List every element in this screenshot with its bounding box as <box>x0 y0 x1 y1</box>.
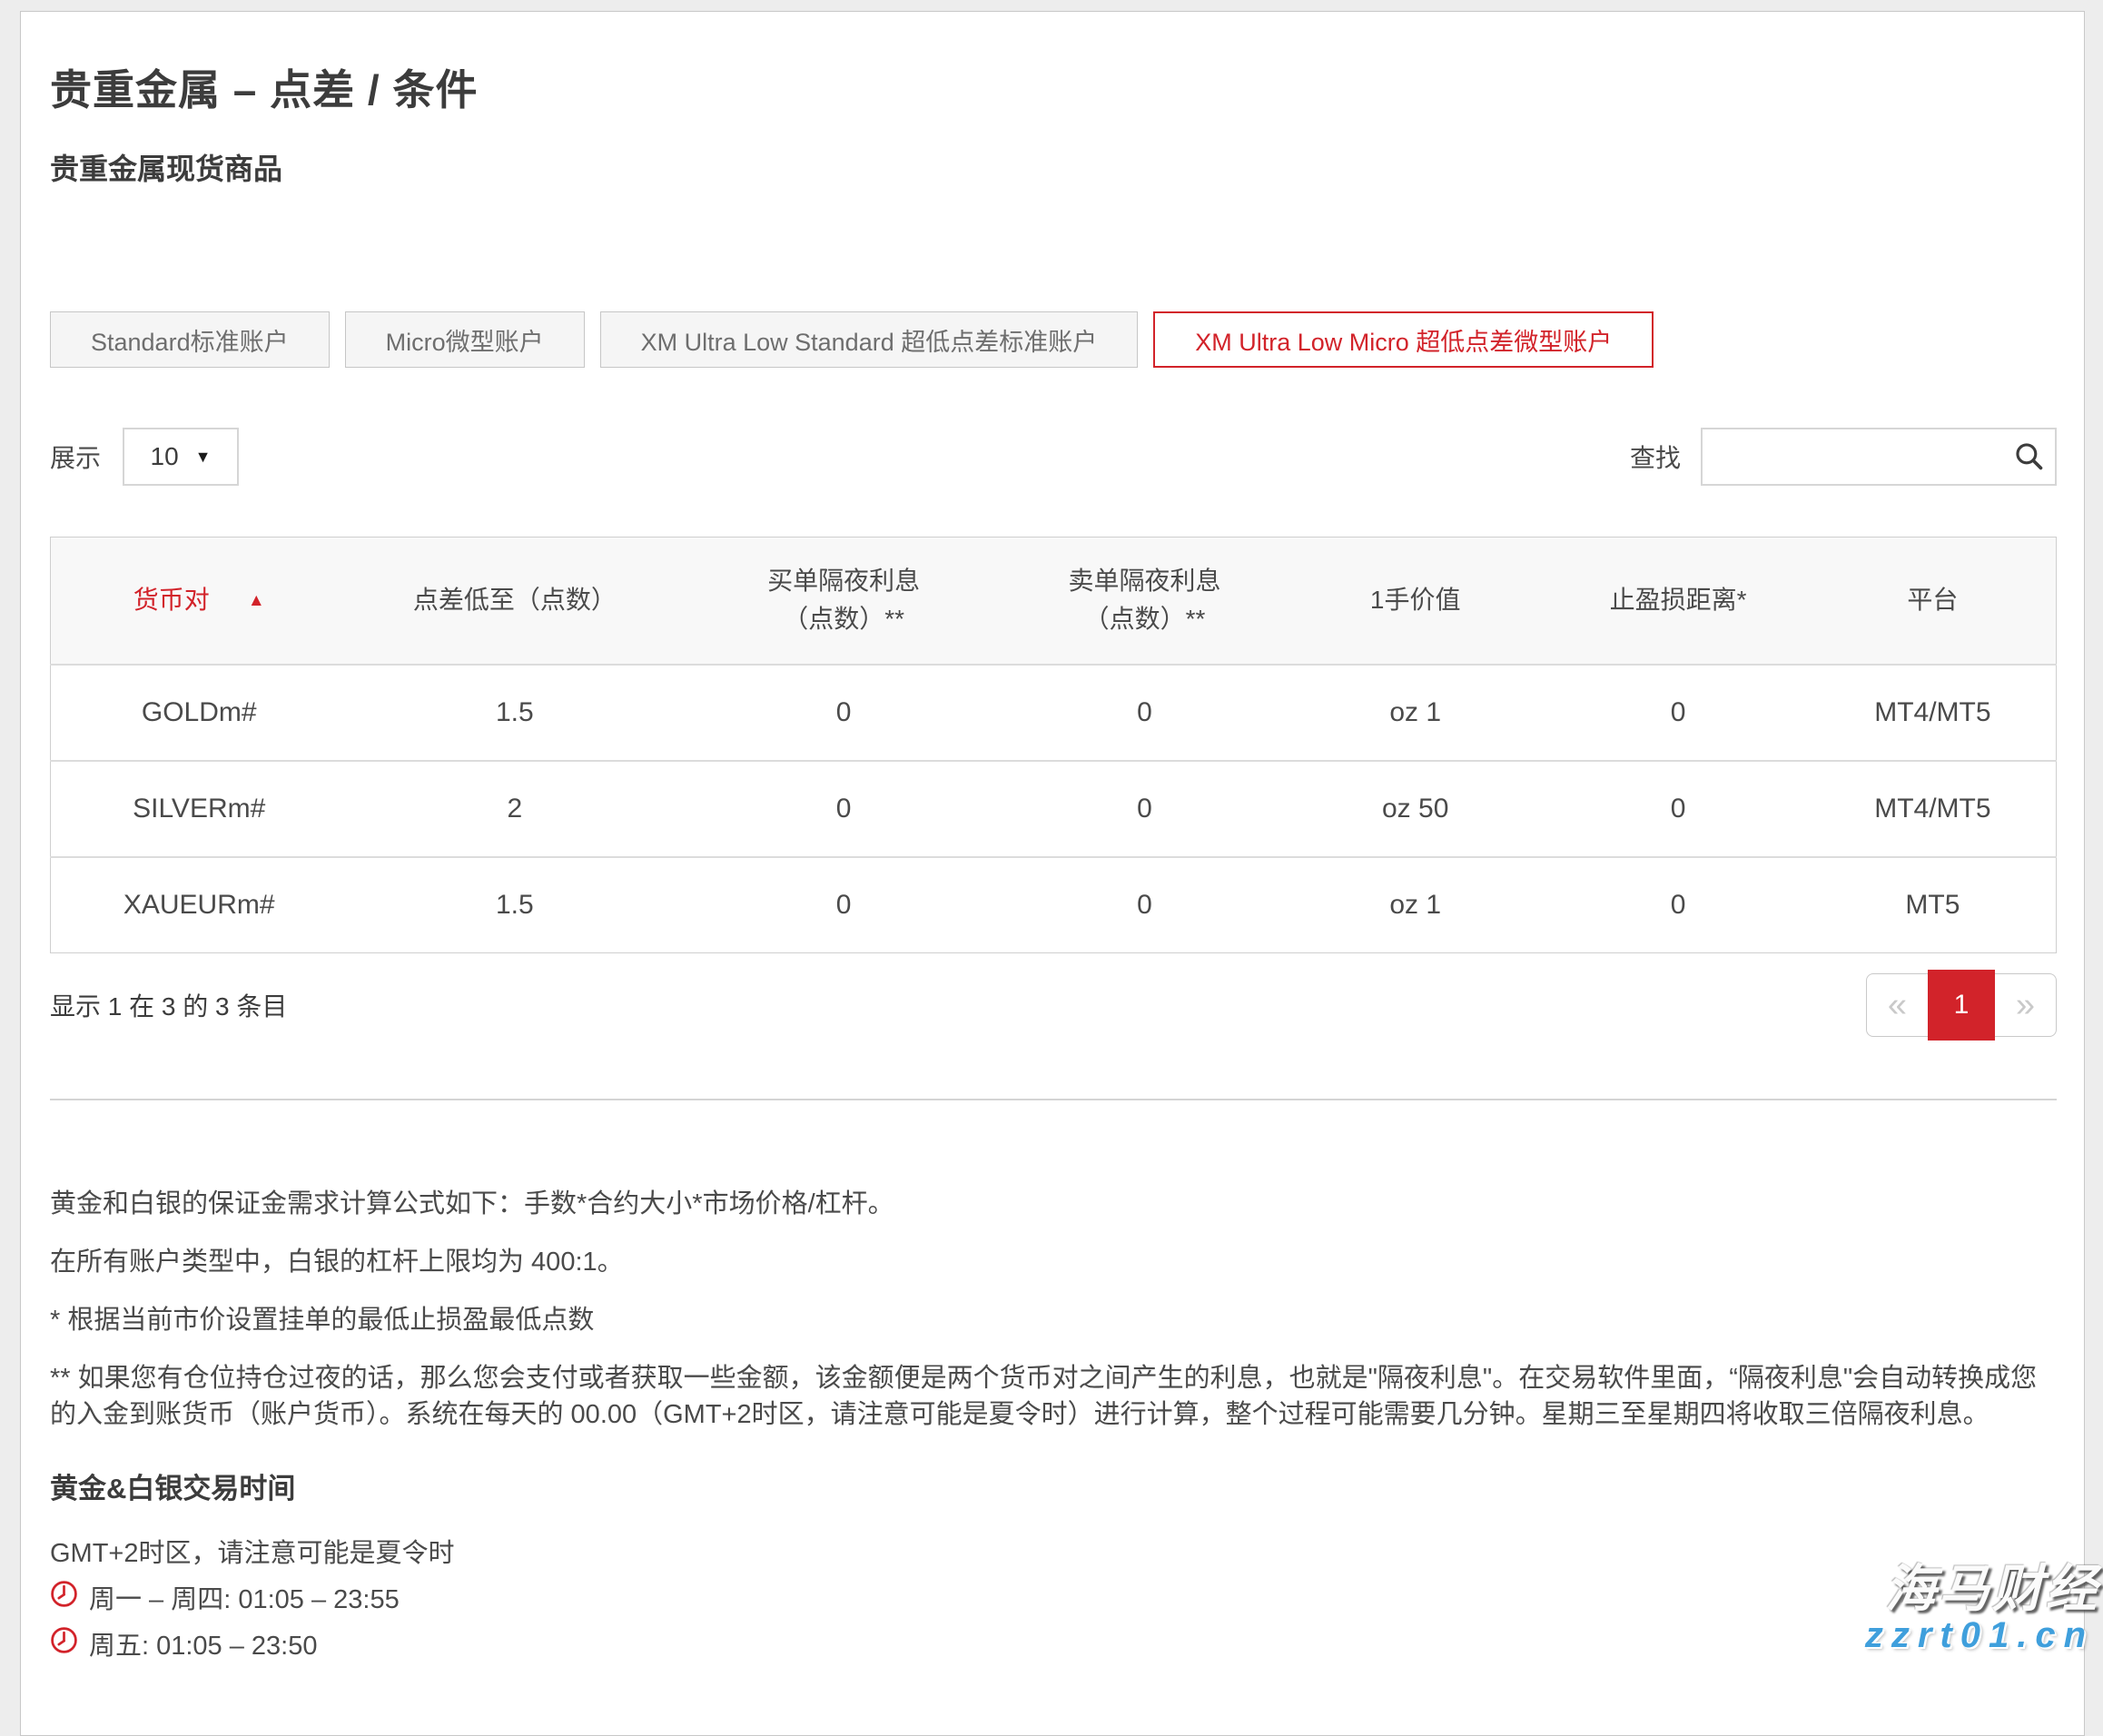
page-size-select[interactable]: 10 ▼ <box>123 428 239 486</box>
trading-hours-heading: 黄金&白银交易时间 <box>50 1465 2057 1506</box>
cell-symbol: SILVERm# <box>51 761 348 857</box>
prev-page-icon[interactable]: « <box>1867 986 1928 1025</box>
cell-spread: 1.5 <box>347 857 682 953</box>
column-header-spread[interactable]: 点差低至（点数） <box>347 538 682 665</box>
page-size-value: 10 <box>151 442 179 471</box>
cell-spread: 2 <box>347 761 682 857</box>
column-header-swap-long[interactable]: 买单隔夜利息 （点数）** <box>682 538 1005 665</box>
tab-ultra-low-micro-account[interactable]: XM Ultra Low Micro 超低点差微型账户 <box>1153 311 1654 368</box>
page-title: 贵重金属 – 点差 / 条件 <box>50 57 2057 117</box>
account-type-tabs: Standard标准账户 Micro微型账户 XM Ultra Low Stan… <box>50 311 2057 368</box>
column-header-swap-short[interactable]: 卖单隔夜利息 （点数）** <box>1005 538 1284 665</box>
cell-platform: MT5 <box>1810 857 2057 953</box>
session-fri: 周五: 01:05 – 23:50 <box>50 1624 2057 1662</box>
caret-down-icon: ▼ <box>195 448 212 467</box>
cell-swap-long: 0 <box>682 665 1005 761</box>
cell-limit-stop: 0 <box>1546 761 1809 857</box>
cell-swap-long: 0 <box>682 857 1005 953</box>
column-header-lot-value[interactable]: 1手价值 <box>1284 538 1546 665</box>
table-row: XAUEURm# 1.5 0 0 oz 1 0 MT5 <box>51 857 2057 953</box>
search-input[interactable] <box>1701 428 2057 486</box>
instruments-table: 货币对▲ 点差低至（点数） 买单隔夜利息 （点数）** 卖单隔夜利息 （点数）*… <box>50 537 2057 953</box>
pagination: « 1 » <box>1866 973 2057 1037</box>
search-label: 查找 <box>1630 439 1681 475</box>
cell-limit-stop: 0 <box>1546 857 1809 953</box>
notes-section: 黄金和白银的保证金需求计算公式如下：手数*合约大小*市场价格/杠杆。 在所有账户… <box>50 1186 2057 1433</box>
page-subtitle: 贵重金属现货商品 <box>50 146 2057 188</box>
column-header-platform[interactable]: 平台 <box>1810 538 2057 665</box>
margin-formula-note: 黄金和白银的保证金需求计算公式如下：手数*合约大小*市场价格/杠杆。 <box>50 1186 2057 1222</box>
tab-ultra-low-standard-account[interactable]: XM Ultra Low Standard 超低点差标准账户 <box>600 311 1139 368</box>
limit-stop-note: * 根据当前市价设置挂单的最低止损盈最低点数 <box>50 1302 2057 1338</box>
cell-symbol: GOLDm# <box>51 665 348 761</box>
cell-platform: MT4/MT5 <box>1810 665 2057 761</box>
cell-symbol: XAUEURm# <box>51 857 348 953</box>
cell-lot-value: oz 50 <box>1284 761 1546 857</box>
page-number-button[interactable]: 1 <box>1928 970 1995 1041</box>
cell-platform: MT4/MT5 <box>1810 761 2057 857</box>
cell-swap-short: 0 <box>1005 857 1284 953</box>
cell-spread: 1.5 <box>347 665 682 761</box>
sort-asc-icon: ▲ <box>248 591 265 610</box>
cell-swap-long: 0 <box>682 761 1005 857</box>
content-panel: 贵重金属 – 点差 / 条件 贵重金属现货商品 Standard标准账户 Mic… <box>20 11 2085 1736</box>
table-row: GOLDm# 1.5 0 0 oz 1 0 MT4/MT5 <box>51 665 2057 761</box>
cell-lot-value: oz 1 <box>1284 665 1546 761</box>
next-page-icon[interactable]: » <box>1995 986 2056 1025</box>
show-entries-label: 展示 <box>50 439 101 475</box>
leverage-note: 在所有账户类型中，白银的杠杆上限均为 400:1。 <box>50 1244 2057 1280</box>
watermark: 海马财经 zzrt01.cn <box>1865 1563 2099 1654</box>
table-header-row: 货币对▲ 点差低至（点数） 买单隔夜利息 （点数）** 卖单隔夜利息 （点数）*… <box>51 538 2057 665</box>
column-header-limit-stop[interactable]: 止盈损距离* <box>1546 538 1809 665</box>
tab-micro-account[interactable]: Micro微型账户 <box>345 311 585 368</box>
session-label: 周五: 01:05 – 23:50 <box>89 1624 318 1662</box>
cell-swap-short: 0 <box>1005 761 1284 857</box>
section-divider <box>50 1099 2057 1100</box>
session-label: 周一 – 周四: 01:05 – 23:55 <box>89 1578 400 1616</box>
swap-note: ** 如果您有仓位持仓过夜的话，那么您会支付或者获取一些金额，该金额便是两个货币… <box>50 1360 2057 1433</box>
table-footer: 显示 1 在 3 的 3 条目 « 1 » <box>50 973 2057 1037</box>
entries-info: 显示 1 在 3 的 3 条目 <box>50 987 287 1023</box>
clock-icon <box>50 1580 78 1615</box>
table-row: SILVERm# 2 0 0 oz 50 0 MT4/MT5 <box>51 761 2057 857</box>
cell-lot-value: oz 1 <box>1284 857 1546 953</box>
tab-standard-account[interactable]: Standard标准账户 <box>50 311 330 368</box>
cell-swap-short: 0 <box>1005 665 1284 761</box>
timezone-note: GMT+2时区，请注意可能是夏令时 <box>50 1532 2057 1570</box>
table-controls: 展示 10 ▼ 查找 <box>50 428 2057 486</box>
column-header-symbol[interactable]: 货币对▲ <box>51 538 348 665</box>
watermark-url: zzrt01.cn <box>1865 1616 2094 1654</box>
session-mon-thu: 周一 – 周四: 01:05 – 23:55 <box>50 1578 2057 1616</box>
watermark-brand: 海马财经 <box>1865 1563 2099 1616</box>
cell-limit-stop: 0 <box>1546 665 1809 761</box>
search-icon <box>2013 440 2044 476</box>
